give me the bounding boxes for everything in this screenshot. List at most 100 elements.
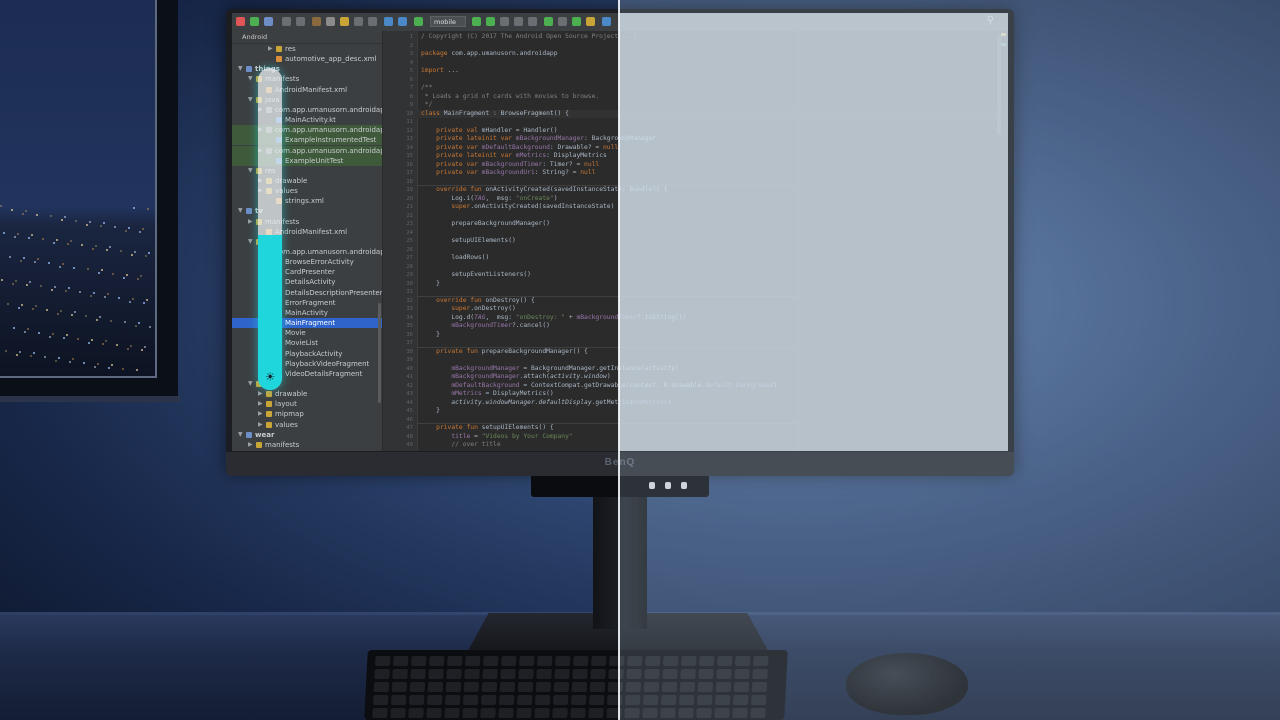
tree-item[interactable]: ▶values: [232, 420, 382, 430]
profile-icon[interactable]: [500, 17, 509, 26]
code-line[interactable]: package com.app.umanusorn.androidapp: [421, 50, 558, 59]
tree-item[interactable]: ▼ wear: [232, 430, 382, 440]
device-monitor-icon[interactable]: [602, 17, 611, 26]
run-config-dropdown[interactable]: mobile: [430, 16, 466, 27]
expand-toggle-icon[interactable]: ▶: [248, 217, 253, 227]
tree-item[interactable]: DetailsDescriptionPresenter: [232, 288, 382, 298]
tree-item[interactable]: ▶com.app.umanusorn.androidapp: [232, 125, 382, 136]
tree-item[interactable]: ▶com.app.umanusorn.androidapp: [232, 145, 382, 156]
sync-gradle-icon[interactable]: [544, 17, 553, 26]
code-line[interactable]: private fun setupUIElements() {: [421, 424, 554, 433]
tree-item[interactable]: ▶ manifests: [232, 217, 382, 227]
expand-toggle-icon[interactable]: ▶: [248, 440, 253, 450]
cut-icon[interactable]: [312, 17, 321, 26]
tree-item[interactable]: MainActivity.kt: [232, 115, 382, 125]
tree-item[interactable]: AndroidManifest.xml: [232, 227, 382, 237]
project-panel-scrollbar[interactable]: [378, 303, 381, 403]
avd-manager-icon[interactable]: [558, 17, 567, 26]
tree-item[interactable]: Movie: [232, 328, 382, 338]
tree-item[interactable]: ▼java: [232, 237, 382, 247]
paste-icon[interactable]: [340, 17, 349, 26]
code-line[interactable]: mBackgroundManager.attach(activity.windo…: [421, 373, 610, 382]
run-icon[interactable]: [472, 17, 481, 26]
tree-item[interactable]: CardPresenter: [232, 267, 382, 277]
debug-icon[interactable]: [486, 17, 495, 26]
code-line[interactable]: // over title: [421, 441, 500, 450]
attach-debugger-icon[interactable]: [514, 17, 523, 26]
tree-item[interactable]: automotive_app_desc.xml: [232, 54, 382, 64]
open-icon[interactable]: [236, 17, 245, 26]
expand-toggle-icon[interactable]: ▶: [258, 409, 263, 419]
code-line[interactable]: loadRows(): [421, 254, 489, 263]
tree-item[interactable]: ▶com.app.umanusorn.androidapp: [232, 247, 382, 257]
code-line[interactable]: override fun onDestroy() {: [421, 297, 535, 306]
tree-item[interactable]: ▶drawable: [232, 389, 382, 399]
tree-item[interactable]: ▼ manifests: [232, 74, 382, 84]
code-line[interactable]: private var mBackgroundUri: String? = nu…: [421, 169, 595, 178]
tree-item[interactable]: AndroidManifest.xml: [232, 85, 382, 95]
tree-item[interactable]: ExampleUnitTest: [232, 155, 382, 166]
tree-item[interactable]: ▶values: [232, 186, 382, 196]
expand-toggle-icon[interactable]: ▼: [248, 237, 253, 247]
code-line[interactable]: private lateinit var mMetrics: DisplayMe…: [421, 152, 607, 161]
tree-item[interactable]: MainFragment: [232, 318, 382, 329]
expand-toggle-icon[interactable]: ▶: [258, 420, 263, 430]
tree-item[interactable]: ▼things: [232, 64, 382, 74]
copy-icon[interactable]: [326, 17, 335, 26]
expand-toggle-icon[interactable]: ▼: [248, 379, 253, 389]
expand-toggle-icon[interactable]: ▶: [258, 389, 263, 399]
tree-item[interactable]: DetailsActivity: [232, 277, 382, 287]
tree-item[interactable]: ▼res: [232, 166, 382, 176]
tree-item[interactable]: ▶ layout: [232, 399, 382, 409]
tree-item[interactable]: ▼res: [232, 379, 382, 389]
replace-icon[interactable]: [368, 17, 377, 26]
structure-icon[interactable]: [586, 17, 595, 26]
tree-item[interactable]: ▶ res: [232, 44, 382, 54]
tree-item[interactable]: MovieList: [232, 338, 382, 348]
expand-toggle-icon[interactable]: ▼: [248, 95, 253, 105]
code-line[interactable]: */: [421, 101, 433, 110]
expand-toggle-icon[interactable]: ▼: [238, 64, 243, 74]
code-line[interactable]: mMetrics = DisplayMetrics(): [421, 390, 553, 399]
code-line[interactable]: private var mDefaultBackground: Drawable…: [421, 144, 618, 153]
code-line[interactable]: }: [421, 331, 440, 340]
tree-item[interactable]: ▼java: [232, 95, 382, 105]
code-line[interactable]: private var mBackgroundTimer: Timer? = n…: [421, 161, 599, 170]
tree-item[interactable]: ▶ manifests: [232, 440, 382, 450]
tree-item[interactable]: PlaybackActivity: [232, 349, 382, 359]
tree-item[interactable]: MainActivity: [232, 308, 382, 318]
stop-icon[interactable]: [528, 17, 537, 26]
code-line[interactable]: }: [421, 280, 440, 289]
find-icon[interactable]: [354, 17, 363, 26]
code-line[interactable]: }: [421, 407, 440, 416]
expand-toggle-icon[interactable]: ▼: [248, 74, 253, 84]
code-line[interactable]: / Copyright (C) 2017 The Android Open So…: [421, 33, 637, 42]
forward-icon[interactable]: [398, 17, 407, 26]
tree-item[interactable]: ▶com.app.umanusorn.androidapp: [232, 105, 382, 115]
make-icon[interactable]: [414, 17, 423, 26]
code-line[interactable]: /**: [421, 84, 432, 93]
code-line[interactable]: setupUIElements(): [421, 237, 515, 246]
code-line[interactable]: title = "Videos by Your Company": [421, 433, 572, 442]
tree-item[interactable]: PlaybackVideoFragment: [232, 359, 382, 369]
back-icon[interactable]: [384, 17, 393, 26]
tree-item[interactable]: BrowseErrorActivity: [232, 257, 382, 267]
tree-item[interactable]: strings.xml: [232, 196, 382, 206]
expand-toggle-icon[interactable]: ▶: [268, 44, 273, 54]
tree-item[interactable]: AndroidManifest.xml: [232, 450, 382, 451]
code-line[interactable]: super.onDestroy(): [421, 305, 515, 314]
expand-toggle-icon[interactable]: ▼: [238, 430, 243, 440]
tree-item[interactable]: ErrorFragment: [232, 298, 382, 308]
code-line[interactable]: * Loads a grid of cards with movies to b…: [421, 93, 599, 102]
code-line[interactable]: private val mHandler = Handler(): [421, 127, 557, 136]
expand-toggle-icon[interactable]: ▼: [248, 166, 253, 176]
code-line[interactable]: super.onActivityCreated(savedInstanceSta…: [421, 203, 614, 212]
code-line[interactable]: Log.i(TAG, msg: "onCreate"): [421, 195, 557, 204]
undo-icon[interactable]: [282, 17, 291, 26]
tree-item[interactable]: ▶ mipmap: [232, 409, 382, 419]
code-line[interactable]: class MainFragment : BrowseFragment() {: [421, 110, 569, 119]
tree-item[interactable]: ▶drawable: [232, 176, 382, 186]
tree-item[interactable]: ▼tv: [232, 206, 382, 216]
sync-icon[interactable]: [264, 17, 273, 26]
tree-item[interactable]: ExampleInstrumentedTest: [232, 135, 382, 146]
